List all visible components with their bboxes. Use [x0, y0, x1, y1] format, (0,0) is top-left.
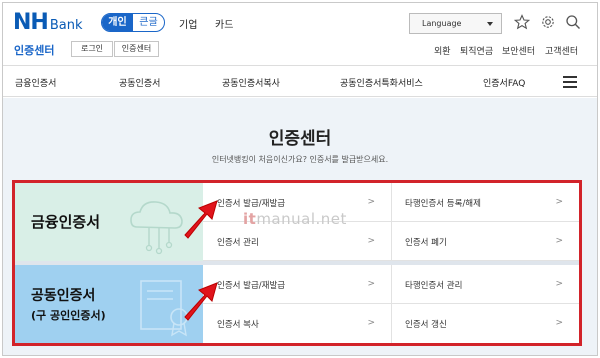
watermark-rest: manual.net: [256, 210, 347, 228]
gear-icon[interactable]: [540, 14, 556, 30]
watermark-it: it: [243, 210, 257, 228]
financial-issue-label: 인증서 발급/재발급: [217, 199, 286, 209]
corporate-link[interactable]: 기업: [179, 16, 197, 31]
customer-center-link[interactable]: 고객센터: [545, 44, 578, 57]
forex-link[interactable]: 외환: [434, 44, 451, 57]
chevron-right-icon: >: [367, 197, 375, 207]
main-nav: 금융인증서 공동인증서 공동인증서복사 공동인증서특화서비스 인증서FAQ: [3, 65, 597, 97]
financial-cert-category: 금융인증서: [15, 183, 203, 261]
search-icon[interactable]: [565, 14, 581, 30]
nav-joint-cert-copy[interactable]: 공동인증서복사: [222, 76, 280, 89]
chevron-right-icon: >: [367, 279, 375, 289]
caret-down-icon: [487, 22, 493, 26]
nh-bank-logo[interactable]: NH Bank: [13, 10, 83, 35]
logo-bank: Bank: [49, 18, 83, 33]
joint-copy-link[interactable]: 인증서 복사 >: [203, 304, 391, 343]
nav-joint-cert-special[interactable]: 공동인증서특화서비스: [340, 76, 423, 89]
view-mode-toggle: 개인 큰글: [101, 13, 165, 32]
joint-issue-label: 인증서 발급/재발급: [217, 281, 286, 291]
personal-toggle[interactable]: 개인: [102, 14, 133, 31]
column-divider: [391, 183, 392, 261]
joint-cert-label: 공동인증서: [31, 288, 96, 304]
chevron-right-icon: >: [367, 236, 375, 246]
page-title: 인증센터: [268, 129, 332, 149]
red-arrow-icon: [184, 200, 218, 239]
joint-copy-label: 인증서 복사: [217, 320, 259, 330]
logo-nh: NH: [13, 10, 49, 35]
joint-cert-category: 공동인증서 (구 공인인증서): [15, 265, 203, 343]
joint-renew-link[interactable]: 인증서 갱신 >: [391, 304, 579, 343]
language-label: Language: [422, 19, 462, 28]
nav-financial-cert[interactable]: 금융인증서: [15, 76, 56, 89]
joint-cert-sublabel: (구 공인인증서): [31, 309, 106, 322]
joint-other-bank-label: 타행인증서 관리: [405, 281, 463, 291]
joint-issue-link[interactable]: 인증서 발급/재발급 >: [203, 265, 391, 304]
chevron-right-icon: >: [555, 318, 563, 328]
cert-center-button[interactable]: 인증센터: [114, 41, 159, 57]
certificate-panel: 금융인증서 인증서 발급/재발급 > 타행인증서 등록/해제 > 인증서 관리 …: [12, 180, 582, 346]
page-subtitle: 인터넷뱅킹이 처음이신가요? 인증서를 발급받으세요.: [211, 155, 389, 164]
financial-other-bank-link[interactable]: 타행인증서 등록/해제 >: [391, 183, 579, 222]
hamburger-menu-icon[interactable]: [563, 76, 577, 88]
chevron-right-icon: >: [555, 197, 563, 207]
card-link[interactable]: 카드: [215, 16, 233, 31]
language-select[interactable]: Language: [409, 13, 502, 34]
financial-manage-label: 인증서 관리: [217, 238, 259, 248]
joint-other-bank-link[interactable]: 타행인증서 관리 >: [391, 265, 579, 304]
joint-renew-label: 인증서 갱신: [405, 320, 447, 330]
nav-joint-cert[interactable]: 공동인증서: [119, 76, 160, 89]
top-bar: NH Bank 개인 큰글 기업 카드 Language 인증센터 로그인 인증…: [3, 3, 597, 63]
red-arrow-icon: [184, 282, 218, 321]
security-center-link[interactable]: 보안센터: [502, 44, 535, 57]
financial-cert-label: 금융인증서: [31, 213, 101, 231]
chevron-right-icon: >: [555, 279, 563, 289]
large-text-toggle[interactable]: 큰글: [133, 14, 164, 31]
screen-frame: NH Bank 개인 큰글 기업 카드 Language 인증센터 로그인 인증…: [2, 2, 598, 356]
star-icon[interactable]: [514, 14, 530, 30]
login-button[interactable]: 로그인: [71, 41, 113, 57]
section-title: 인증센터: [14, 44, 55, 57]
chevron-right-icon: >: [555, 236, 563, 246]
column-divider: [391, 265, 392, 343]
content-area: 인증센터 인터넷뱅킹이 처음이신가요? 인증서를 발급받으세요. 금융인증서 인…: [3, 98, 597, 355]
pension-link[interactable]: 퇴직연금: [460, 44, 493, 57]
watermark: itmanual.net: [243, 210, 347, 228]
financial-revoke-link[interactable]: 인증서 폐기 >: [391, 222, 579, 261]
financial-other-bank-label: 타행인증서 등록/해제: [405, 199, 481, 209]
chevron-right-icon: >: [367, 318, 375, 328]
nav-cert-faq[interactable]: 인증서FAQ: [483, 76, 525, 89]
financial-revoke-label: 인증서 폐기: [405, 238, 447, 248]
